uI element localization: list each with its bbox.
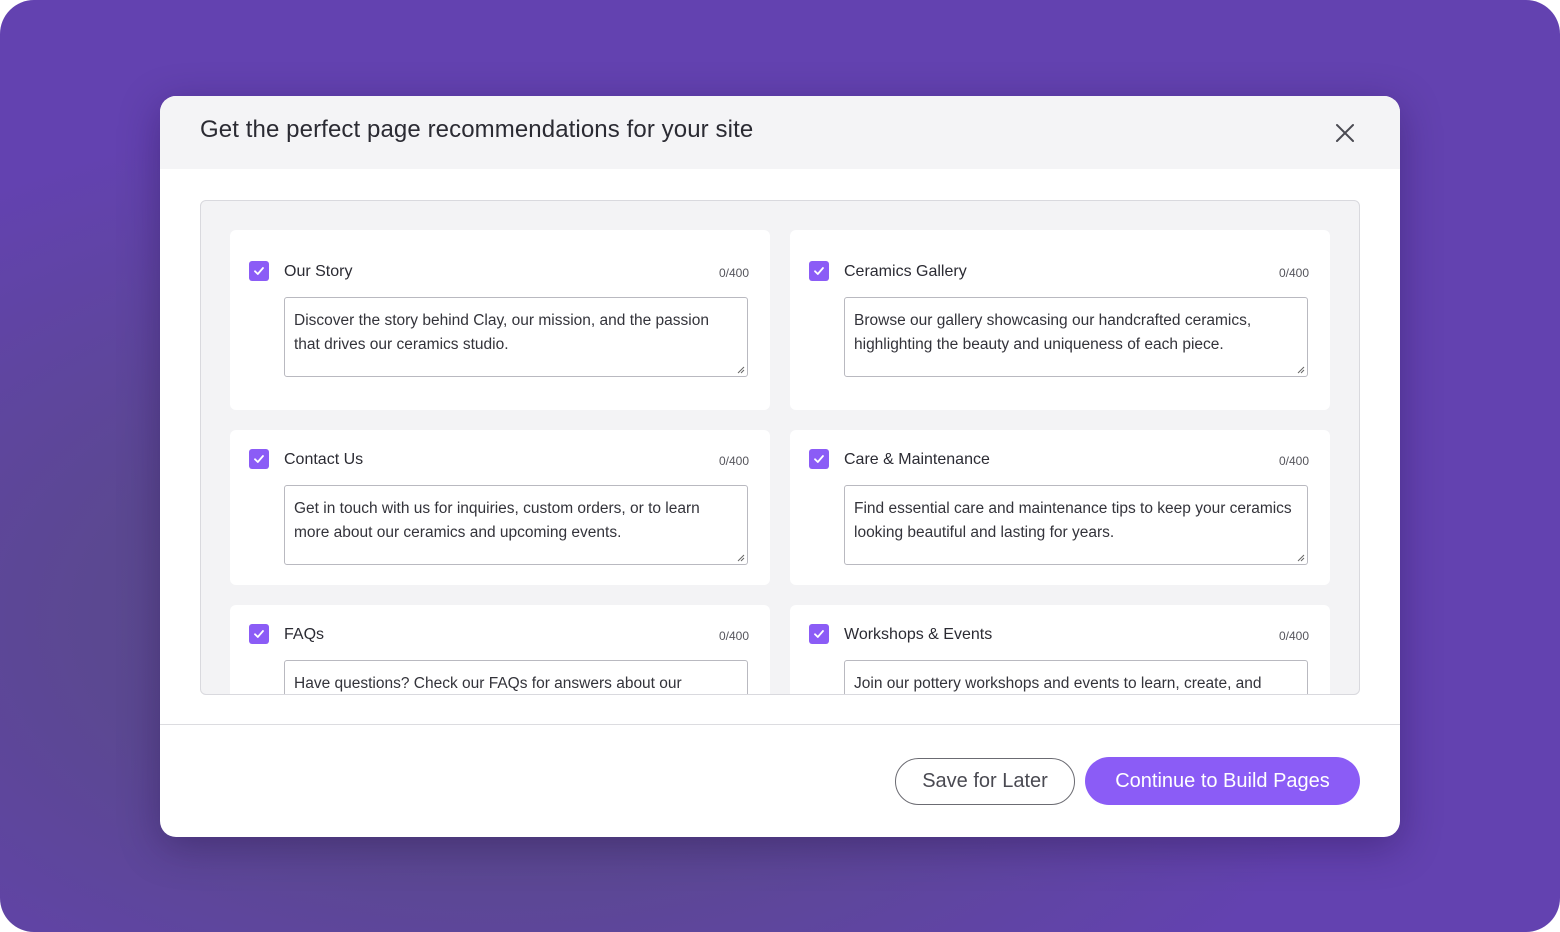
character-count: 0/400	[718, 266, 749, 280]
character-count: 0/400	[718, 454, 749, 468]
resize-grip-icon[interactable]	[1297, 554, 1305, 562]
page-description-textarea[interactable]: Get in touch with us for inquiries, cust…	[284, 485, 748, 565]
page-title: Our Story	[284, 263, 353, 280]
page-description-text: Discover the story behind Clay, our miss…	[294, 312, 709, 353]
page-card-our-story: Our Story 0/400 Discover the story behin…	[230, 230, 770, 410]
page-checkbox[interactable]	[249, 624, 269, 644]
page-description-text: Have questions? Check our FAQs for answe…	[294, 675, 682, 692]
page-checkbox[interactable]	[809, 624, 829, 644]
page-checkbox[interactable]	[809, 261, 829, 281]
checkmark-icon	[814, 455, 824, 463]
page-description-textarea[interactable]: Browse our gallery showcasing our handcr…	[844, 297, 1308, 377]
checkmark-icon	[254, 267, 264, 275]
page-description-text: Browse our gallery showcasing our handcr…	[854, 312, 1252, 353]
page-card-contact-us: Contact Us 0/400 Get in touch with us fo…	[230, 430, 770, 585]
recommendations-dialog: Get the perfect page recommendations for…	[160, 96, 1400, 837]
page-checkbox[interactable]	[249, 449, 269, 469]
page-description-text: Get in touch with us for inquiries, cust…	[294, 500, 700, 541]
page-card-ceramics-gallery: Ceramics Gallery 0/400 Browse our galler…	[790, 230, 1330, 410]
page-title: Workshops & Events	[844, 626, 993, 643]
resize-grip-icon[interactable]	[737, 554, 745, 562]
dialog-title: Get the perfect page recommendations for…	[200, 116, 754, 143]
page-description-textarea[interactable]: Have questions? Check our FAQs for answe…	[284, 660, 748, 694]
page-description-textarea[interactable]: Find essential care and maintenance tips…	[844, 485, 1308, 565]
page-card-workshops-events: Workshops & Events 0/400 Join our potter…	[790, 605, 1330, 694]
continue-to-build-pages-button[interactable]: Continue to Build Pages	[1085, 757, 1360, 805]
page-description-textarea[interactable]: Join our pottery workshops and events to…	[844, 660, 1308, 694]
resize-grip-icon[interactable]	[737, 366, 745, 374]
character-count: 0/400	[1278, 266, 1309, 280]
page-checkbox[interactable]	[809, 449, 829, 469]
page-description-textarea[interactable]: Discover the story behind Clay, our miss…	[284, 297, 748, 377]
page-checkbox[interactable]	[249, 261, 269, 281]
save-for-later-button[interactable]: Save for Later	[895, 758, 1075, 805]
character-count: 0/400	[1278, 629, 1309, 643]
footer-divider	[160, 724, 1400, 725]
page-card-faqs: FAQs 0/400 Have questions? Check our FAQ…	[230, 605, 770, 694]
checkmark-icon	[814, 267, 824, 275]
page-title: Ceramics Gallery	[844, 263, 967, 280]
page-title: Contact Us	[284, 451, 364, 468]
checkmark-icon	[254, 455, 264, 463]
character-count: 0/400	[1278, 454, 1309, 468]
checkmark-icon	[814, 630, 824, 638]
page-list-scroll-area[interactable]: Our Story 0/400 Discover the story behin…	[200, 200, 1360, 695]
resize-grip-icon[interactable]	[1297, 366, 1305, 374]
page-description-text: Find essential care and maintenance tips…	[854, 500, 1292, 541]
page-card-care-maintenance: Care & Maintenance 0/400 Find essential …	[790, 430, 1330, 585]
page-title: Care & Maintenance	[844, 451, 990, 468]
close-button[interactable]	[1330, 118, 1360, 148]
checkmark-icon	[254, 630, 264, 638]
page-title: FAQs	[284, 626, 325, 643]
dialog-header: Get the perfect page recommendations for…	[160, 96, 1400, 169]
close-icon	[1336, 124, 1354, 142]
page-description-text: Join our pottery workshops and events to…	[854, 675, 1262, 692]
character-count: 0/400	[718, 629, 749, 643]
